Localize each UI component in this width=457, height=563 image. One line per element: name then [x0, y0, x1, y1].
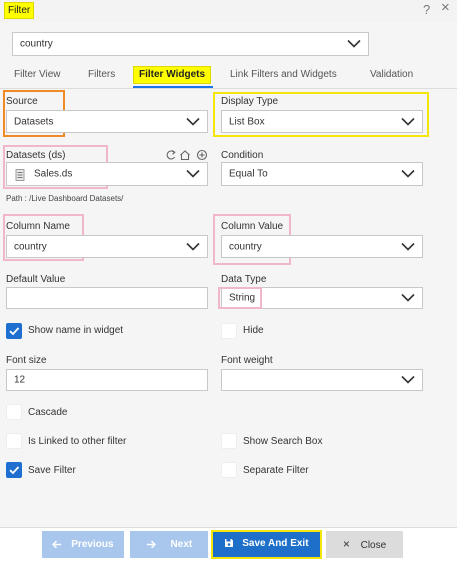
condition-select-value: Equal To: [229, 168, 268, 180]
tab-link-filters-and-widgets[interactable]: Link Filters and Widgets: [230, 68, 337, 82]
source-select-value: Datasets: [14, 116, 54, 127]
dataset-actions: [166, 149, 208, 161]
filter-select-value: country: [20, 38, 53, 50]
arrow-left-icon: [52, 540, 62, 549]
hide-label: Hide: [243, 325, 264, 336]
condition-select[interactable]: Equal To: [221, 162, 423, 186]
chevron-down-icon: [186, 169, 200, 178]
font-weight-select[interactable]: [221, 369, 423, 391]
column-value-select-value: country: [229, 241, 262, 252]
filter-select[interactable]: country: [12, 32, 369, 56]
next-button[interactable]: Next: [130, 531, 208, 558]
chevron-down-icon: [401, 169, 415, 178]
column-name-select[interactable]: country: [6, 235, 208, 258]
data-type-label: Data Type: [221, 274, 267, 285]
cascade-checkbox[interactable]: [6, 404, 22, 420]
tab-filter-widgets[interactable]: Filter Widgets: [133, 66, 212, 84]
close-x-icon: ×: [342, 537, 350, 551]
display-type-select-value: List Box: [229, 116, 265, 127]
check-icon: [9, 327, 20, 336]
home-icon[interactable]: [180, 150, 190, 161]
separate-filter-label: Separate Filter: [243, 465, 309, 476]
chevron-down-icon: [401, 375, 415, 384]
close-button[interactable]: × Close: [326, 531, 403, 558]
column-name-select-value: country: [14, 241, 47, 252]
arrow-right-icon: [146, 540, 156, 549]
source-label: Source: [6, 96, 38, 107]
font-weight-label: Font weight: [221, 355, 273, 366]
save-and-exit-button[interactable]: Save And Exit: [211, 530, 322, 559]
show-search-box-label: Show Search Box: [243, 436, 323, 447]
default-value-label: Default Value: [6, 274, 66, 285]
font-size-label: Font size: [6, 355, 47, 366]
next-button-label: Next: [170, 539, 193, 550]
save-and-exit-button-label: Save And Exit: [242, 538, 309, 549]
condition-label: Condition: [221, 150, 264, 161]
help-icon[interactable]: ?: [423, 3, 430, 17]
check-icon: [9, 466, 20, 475]
separate-filter-checkbox[interactable]: [221, 462, 237, 478]
column-value-select[interactable]: country: [221, 235, 423, 258]
footer-divider: [0, 527, 457, 528]
close-button-label: Close: [360, 540, 387, 551]
hide-checkbox[interactable]: [221, 323, 237, 339]
show-name-label: Show name in widget: [28, 325, 124, 336]
is-linked-checkbox[interactable]: [6, 433, 22, 449]
chevron-down-icon: [401, 242, 415, 251]
chevron-down-icon: [186, 117, 200, 126]
source-select[interactable]: Datasets: [6, 110, 208, 133]
cascade-label: Cascade: [28, 407, 68, 418]
default-value-input[interactable]: [6, 287, 208, 309]
datasets-select-value: Sales.ds: [34, 168, 73, 180]
tab-validation[interactable]: Validation: [370, 68, 413, 82]
dataset-file-icon: [15, 169, 25, 181]
save-filter-label: Save Filter: [28, 465, 76, 476]
save-filter-checkbox[interactable]: [6, 462, 22, 478]
previous-button-label: Previous: [71, 539, 114, 550]
font-size-input-value: 12: [14, 374, 26, 386]
show-search-box-checkbox[interactable]: [221, 433, 237, 449]
tab-filter-view[interactable]: Filter View: [14, 68, 61, 82]
column-value-label: Column Value: [221, 221, 284, 232]
show-name-checkbox[interactable]: [6, 323, 22, 339]
chevron-down-icon: [401, 293, 415, 302]
font-size-input[interactable]: 12: [6, 369, 208, 391]
previous-button[interactable]: Previous: [42, 531, 124, 558]
datasets-select[interactable]: Sales.ds: [6, 162, 208, 186]
column-name-label: Column Name: [6, 221, 70, 232]
tabs-divider: [0, 88, 457, 89]
datasets-label: Datasets (ds): [6, 150, 66, 161]
display-type-select[interactable]: List Box: [221, 110, 423, 133]
datasets-path: Path : /Live Dashboard Datasets/: [6, 194, 124, 203]
display-type-label: Display Type: [221, 96, 279, 107]
tab-filters[interactable]: Filters: [88, 68, 115, 82]
is-linked-label: Is Linked to other filter: [28, 436, 127, 447]
save-disk-icon: [225, 539, 234, 548]
dialog-header: [0, 0, 457, 22]
chevron-down-icon: [401, 117, 415, 126]
chevron-down-icon: [186, 242, 200, 251]
add-circle-icon[interactable]: [196, 149, 208, 161]
data-type-highlight: [218, 287, 262, 309]
refresh-icon[interactable]: [166, 150, 176, 160]
dialog-title: Filter: [4, 2, 35, 19]
chevron-down-icon: [347, 39, 361, 48]
close-icon[interactable]: ×: [441, 0, 450, 15]
